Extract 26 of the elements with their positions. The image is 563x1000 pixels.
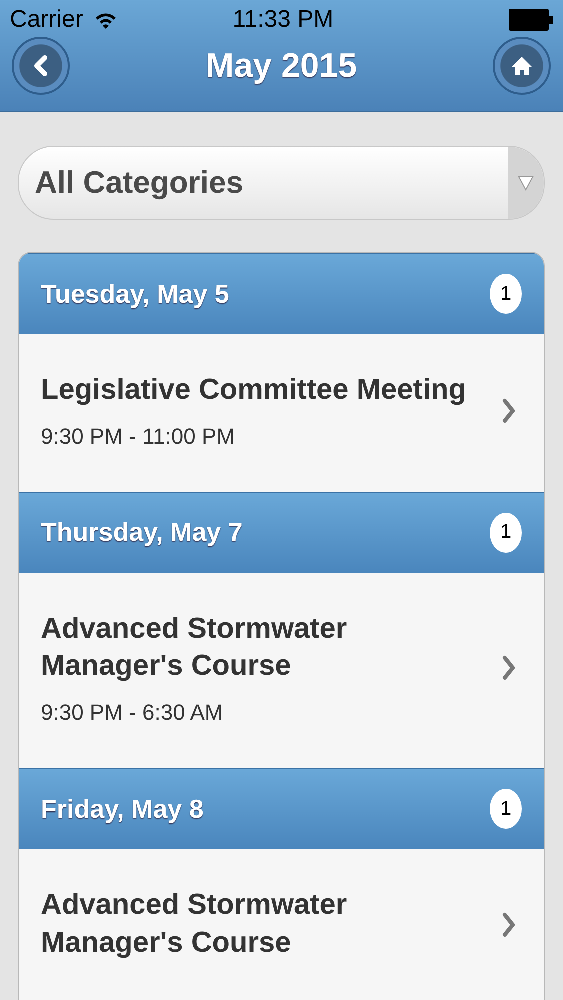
category-select[interactable]: All Categories	[18, 146, 545, 220]
chevron-icon	[502, 655, 516, 682]
event-title: Legislative Committee Meeting	[41, 373, 468, 408]
clock-time: 11:33 PM	[232, 6, 335, 34]
dropdown-arrow-icon	[518, 175, 534, 191]
battery-icon	[509, 9, 553, 31]
event-title: Advanced Stormwater Manager's Course	[41, 888, 348, 961]
back-icon	[32, 55, 50, 77]
event-time: 9:30 PM - 6:30 AM	[41, 700, 224, 726]
chevron-icon	[502, 398, 516, 424]
chevron-icon	[502, 912, 516, 938]
day-label: Thursday, May 7	[41, 517, 243, 548]
day-label: Friday, May 8	[41, 794, 204, 825]
carrier-label: Carrier	[10, 6, 84, 34]
day-label: Tuesday, May 5	[41, 278, 230, 310]
event-item[interactable]: Advanced Stormwater Manager's Course	[19, 849, 544, 1000]
wifi-icon	[95, 12, 118, 28]
event-item[interactable]: Legislative Committee Meeting 9:30 PM - 11:00 PM	[19, 334, 544, 492]
page-title: May 2015	[206, 46, 358, 86]
event-count: 1	[490, 512, 522, 553]
event-count: 1	[490, 274, 522, 314]
event-time: 9:30 PM - 11:00 PM	[41, 424, 236, 450]
event-count: 1	[490, 789, 522, 830]
event-item[interactable]: Advanced Stormwater Manager's Course 9:30 PM - 6:30 AM	[19, 572, 544, 768]
home-icon	[510, 55, 533, 77]
event-title: Advanced Stormwater Manager's Course	[41, 612, 348, 684]
